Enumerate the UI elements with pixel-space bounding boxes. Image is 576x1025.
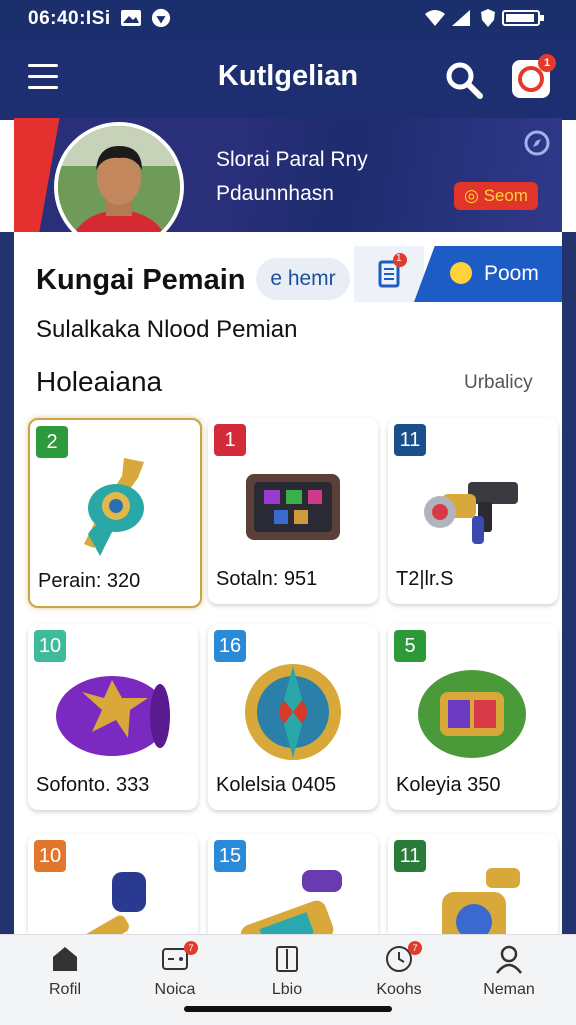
item-label: Perain: 320: [38, 570, 141, 592]
gold-amulet-icon: [245, 664, 341, 760]
profile-subtitle: Pdaunnhasn: [216, 182, 334, 205]
status-badge-label: Seom: [483, 186, 528, 205]
tab-points[interactable]: Poom: [414, 246, 562, 302]
status-badge[interactable]: ◎ Seom: [454, 182, 538, 210]
nav-label: Noica: [154, 981, 196, 998]
item-count-badge: 10: [34, 630, 66, 662]
nav-item-koohs[interactable]: 7 Koohs: [344, 941, 454, 999]
status-time: 06:40:ISi: [28, 8, 111, 29]
app-bar: Kutlgelian 1: [0, 38, 576, 120]
app-title: Kutlgelian: [217, 60, 359, 92]
item-card[interactable]: 11 T2|lr.S: [388, 418, 558, 604]
nav-label: Rofil: [48, 981, 81, 998]
coin-icon: [450, 262, 472, 284]
nav-item-rofil[interactable]: Rofil: [10, 943, 120, 999]
item-label: Sotaln: 951: [216, 568, 318, 590]
nav-item-noica[interactable]: 7 Noica: [120, 941, 230, 999]
item-count-badge: 15: [214, 840, 246, 872]
nav-label: Lbio: [271, 981, 303, 998]
profile-banner: Slorai Paral Rny Pdaunnhasn ◎ Seom: [14, 118, 562, 252]
item-count-badge: 2: [36, 426, 68, 458]
section-title: Holeaiana: [36, 366, 163, 397]
gem-chest-icon: [246, 474, 340, 540]
nav-badge: 7: [408, 941, 422, 955]
item-label: Koleyia 350: [396, 774, 501, 796]
item-count-badge: 5: [394, 630, 426, 662]
green-gauntlet-icon: [418, 670, 526, 758]
item-label: T2|lr.S: [396, 568, 454, 590]
book-icon: [276, 946, 298, 972]
wifi-icon: [425, 10, 445, 26]
list-icon: [378, 253, 407, 288]
sort-link[interactable]: Urbalicy: [464, 372, 533, 394]
ray-gun-icon: [424, 482, 518, 544]
item-card[interactable]: 16 Kolelsia 0405: [208, 624, 378, 810]
item-card[interactable]: 2 Perain: 320: [28, 418, 202, 608]
nav-label: Koohs: [376, 981, 422, 998]
user-icon: [496, 945, 522, 974]
compass-icon[interactable]: [524, 130, 550, 156]
app-notification-icon: [151, 8, 171, 28]
nav-item-neman[interactable]: Neman: [454, 943, 564, 999]
nav-label: Neman: [483, 981, 535, 998]
item-count-badge: 10: [34, 840, 66, 872]
background-edge-right: [562, 232, 576, 952]
player-photo: [58, 126, 180, 248]
nav-badge: 7: [184, 941, 198, 955]
tab-points-label: Poom: [484, 262, 539, 285]
tab-list[interactable]: 1: [354, 246, 424, 302]
background-edge-left: [0, 232, 14, 952]
item-label: Kolelsia 0405: [216, 774, 337, 796]
item-card[interactable]: 10 Sofonto. 333: [28, 624, 198, 810]
shield-icon: [481, 9, 495, 27]
item-card[interactable]: 1 Sotaln: 951: [208, 418, 378, 604]
gallery-icon: [121, 10, 141, 26]
circle-icon: ◎: [464, 186, 484, 205]
battery-icon: [502, 10, 544, 26]
filter-chip[interactable]: e hemr: [256, 258, 350, 300]
gold-teal-scepter-icon: [84, 458, 144, 556]
home-indicator[interactable]: [184, 1006, 392, 1012]
item-card[interactable]: 5 Koleyia 350: [388, 624, 558, 810]
page-title: Kungai Pemain: [36, 264, 246, 296]
item-count-badge: 11: [394, 424, 426, 456]
notification-button[interactable]: 1: [512, 54, 556, 98]
profile-name: Slorai Paral Rny: [216, 148, 368, 171]
search-icon[interactable]: [444, 60, 484, 100]
subtitle: Sulalkaka Nlood Pemian: [36, 316, 298, 343]
item-count-badge: 16: [214, 630, 246, 662]
purple-bracer-icon: [56, 676, 170, 756]
item-label: Sofonto. 333: [36, 774, 150, 796]
item-count-badge: 1: [214, 424, 246, 456]
status-bar: 06:40:ISi: [0, 0, 576, 38]
home-icon: [53, 947, 77, 971]
tab-badge: 1: [396, 253, 402, 264]
item-count-badge: 11: [394, 840, 426, 872]
notification-badge: 1: [538, 54, 556, 72]
nav-item-lbio[interactable]: Lbio: [232, 943, 342, 999]
signal-icon: [452, 10, 470, 26]
